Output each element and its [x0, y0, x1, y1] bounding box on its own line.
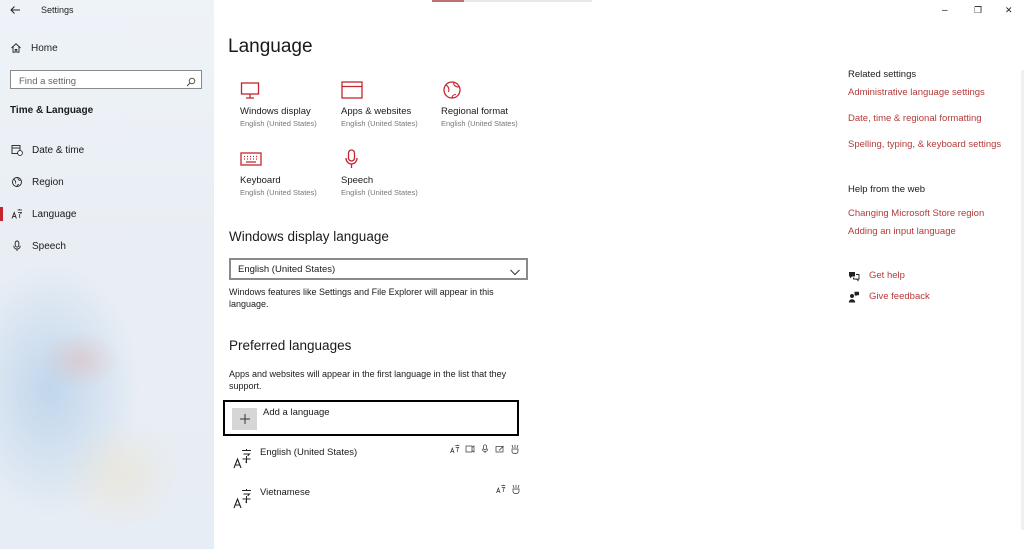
sidebar-item-label: Home [31, 42, 58, 54]
preferred-languages-heading: Preferred languages [229, 338, 352, 353]
tile-label: Regional format [441, 106, 509, 117]
link-adding-input-language[interactable]: Adding an input language [848, 226, 956, 237]
keyboard-icon [240, 149, 262, 169]
dropdown-value: English (United States) [238, 263, 336, 275]
language-list-item[interactable]: English (United States) [230, 444, 530, 477]
tile-sublabel: English (United States) [341, 119, 418, 128]
display-language-heading: Windows display language [229, 229, 389, 244]
title-bar-decoration [432, 0, 592, 2]
language-list-item[interactable]: Vietnamese [230, 484, 530, 517]
language-glyph-icon [232, 447, 254, 471]
speech-recognition-icon [480, 444, 490, 454]
link-date-time-regional-formatting[interactable]: Date, time & regional formatting [848, 113, 982, 124]
microphone-icon [11, 240, 23, 252]
add-language-label: Add a language [263, 407, 330, 418]
sidebar-item-date-time[interactable]: Date & time [0, 139, 214, 161]
window-icon [341, 80, 363, 100]
display-language-dropdown[interactable]: English (United States) [229, 258, 528, 280]
restore-button[interactable]: ❐ [974, 5, 982, 16]
get-help-link[interactable]: Get help [848, 269, 905, 282]
description-line: language. [229, 298, 269, 309]
basic-typing-icon [511, 484, 521, 494]
plus-icon [232, 408, 257, 430]
sidebar-item-speech[interactable]: Speech [0, 235, 214, 257]
sidebar-section-title: Time & Language [10, 105, 94, 116]
back-arrow-icon[interactable] [9, 4, 23, 18]
microphone-icon [341, 149, 363, 169]
help-from-web-title: Help from the web [848, 184, 926, 195]
description-line: Windows features like Settings and File … [229, 287, 494, 297]
get-help-label: Get help [869, 269, 905, 281]
sidebar-item-label: Region [32, 176, 64, 188]
home-icon [10, 42, 22, 54]
chevron-down-icon [509, 264, 521, 276]
link-spelling-typing-keyboard-settings[interactable]: Spelling, typing, & keyboard settings [848, 139, 1001, 150]
search-icon[interactable] [186, 74, 196, 87]
handwriting-icon [495, 444, 505, 454]
globe-icon [441, 80, 463, 100]
language-glyph-icon [232, 487, 254, 511]
calendar-clock-icon [11, 144, 23, 156]
link-administrative-language-settings[interactable]: Administrative language settings [848, 87, 985, 98]
sidebar-item-home[interactable]: Home [10, 42, 58, 54]
language-icon [11, 208, 23, 220]
display-language-icon [450, 444, 460, 454]
sidebar: Settings Home Time & Language Date & tim… [0, 0, 214, 549]
minimize-button[interactable]: – [942, 5, 948, 16]
sidebar-item-label: Language [32, 208, 77, 220]
description-line: support. [229, 380, 262, 391]
language-features [450, 444, 520, 454]
tile-label: Apps & websites [341, 106, 412, 117]
text-to-speech-icon [465, 444, 475, 454]
sidebar-item-region[interactable]: Region [0, 171, 214, 193]
related-settings-title: Related settings [848, 69, 917, 80]
language-name: Vietnamese [260, 487, 310, 498]
tile-sublabel: English (United States) [240, 119, 317, 128]
tile-sublabel: English (United States) [441, 119, 518, 128]
close-button[interactable]: ✕ [1005, 5, 1013, 16]
page-title: Language [228, 36, 313, 57]
tile-apps-websites[interactable]: Apps & websites English (United States) [341, 80, 441, 128]
chat-bubble-icon [848, 269, 860, 282]
tile-speech[interactable]: Speech English (United States) [341, 149, 441, 197]
window-title: Settings [41, 5, 74, 15]
monitor-icon [240, 80, 262, 100]
tile-regional-format[interactable]: Regional format English (United States) [441, 80, 541, 128]
add-language-button[interactable]: Add a language [223, 400, 519, 436]
tile-keyboard[interactable]: Keyboard English (United States) [240, 149, 340, 197]
tile-sublabel: English (United States) [341, 188, 418, 197]
feedback-person-icon [848, 290, 860, 303]
display-language-description: Windows features like Settings and File … [229, 287, 494, 310]
tile-windows-display[interactable]: Windows display English (United States) [240, 80, 340, 128]
title-bar-accent [432, 0, 464, 2]
link-changing-microsoft-store-region[interactable]: Changing Microsoft Store region [848, 208, 984, 219]
search-box [10, 70, 202, 90]
tile-sublabel: English (United States) [240, 188, 317, 197]
search-input[interactable] [11, 73, 181, 90]
sidebar-background-blur [40, 330, 120, 390]
preferred-languages-description: Apps and websites will appear in the fir… [229, 369, 506, 392]
language-name: English (United States) [260, 447, 358, 458]
description-line: Apps and websites will appear in the fir… [229, 369, 507, 379]
sidebar-item-label: Speech [32, 240, 66, 252]
globe-icon [11, 176, 23, 188]
sidebar-item-label: Date & time [32, 144, 85, 156]
tile-label: Speech [341, 175, 374, 186]
selection-indicator [0, 207, 3, 221]
display-language-icon [496, 484, 506, 494]
language-features [496, 484, 521, 494]
tile-label: Windows display [240, 106, 311, 117]
sidebar-item-language[interactable]: Language [0, 203, 214, 225]
give-feedback-label: Give feedback [869, 290, 930, 302]
basic-typing-icon [510, 444, 520, 454]
give-feedback-link[interactable]: Give feedback [848, 290, 930, 303]
tile-label: Keyboard [240, 175, 281, 186]
sidebar-background-blur [60, 420, 180, 530]
